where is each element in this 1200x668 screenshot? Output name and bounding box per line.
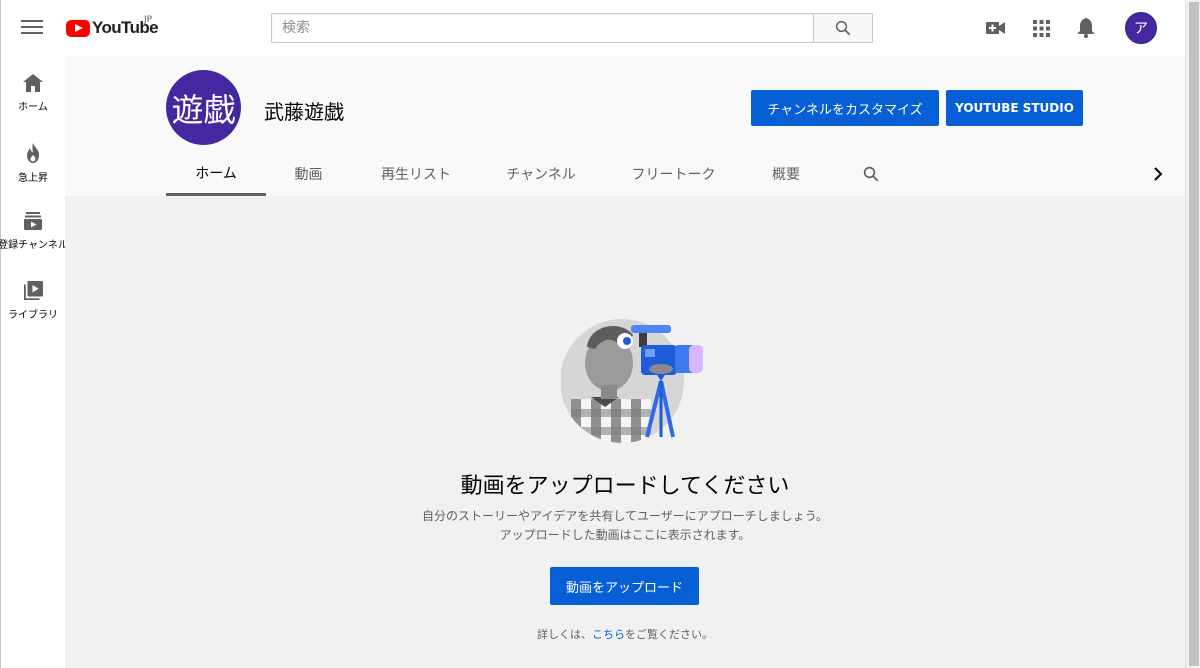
learn-more-link[interactable]: こちら [592, 628, 625, 641]
empty-state-desc-line1: 自分のストーリーやアイデアを共有してユーザーにアプローチしましょう。 [421, 509, 829, 523]
apps-icon [1032, 19, 1050, 37]
upload-illustration [561, 319, 703, 443]
guide-label-subscriptions: 登録チャンネル [0, 240, 68, 251]
channel-name: 武藤遊戯 [264, 100, 344, 124]
guide-item-subscriptions[interactable]: 登録チャンネル [0, 194, 68, 262]
home-icon [23, 74, 43, 92]
menu-icon[interactable] [21, 16, 43, 40]
customize-channel-button[interactable]: チャンネルをカスタマイズ [751, 90, 939, 126]
channel-avatar[interactable]: 遊戯 [166, 70, 241, 145]
trending-icon [27, 143, 39, 163]
tab-channels[interactable]: チャンネル [491, 152, 591, 196]
tab-search-button[interactable] [856, 152, 886, 196]
tab-about[interactable]: 概要 [756, 152, 816, 196]
guide-label-library: ライブラリ [8, 310, 58, 321]
guide-label-trending: 急上昇 [18, 173, 48, 184]
subscriptions-icon [24, 212, 42, 230]
tab-videos[interactable]: 動画 [276, 152, 341, 196]
empty-state-desc-line2: アップロードした動画はここに表示されます。 [499, 528, 751, 542]
apps-button[interactable] [1029, 16, 1053, 40]
notifications-icon [1078, 18, 1094, 38]
guide-item-library[interactable]: ライブラリ [1, 263, 65, 331]
notifications-button[interactable] [1074, 16, 1098, 40]
youtube-play-icon [66, 19, 90, 37]
empty-state-title: 動画をアップロードしてください [460, 474, 790, 499]
create-video-icon [986, 22, 1005, 34]
tab-discussion[interactable]: フリートーク [621, 152, 726, 196]
create-video-button[interactable] [984, 16, 1008, 40]
search-icon [863, 166, 879, 182]
chevron-right-icon [1154, 167, 1163, 181]
tabs-next-button[interactable] [1146, 152, 1170, 196]
page-scrollbar[interactable] [1185, 0, 1200, 668]
search-button[interactable] [813, 13, 873, 43]
youtube-studio-button[interactable]: YOUTUBE STUDIO [946, 90, 1083, 126]
guide-item-trending[interactable]: 急上昇 [1, 125, 65, 193]
learn-more-text: 詳しくは、こちらをご覧ください。 [65, 626, 1185, 642]
upload-video-button[interactable]: 動画をアップロード [550, 567, 699, 605]
scrollbar-thumb[interactable] [1189, 2, 1199, 666]
learn-more-prefix: 詳しくは、 [537, 628, 592, 641]
tab-home[interactable]: ホーム [166, 152, 266, 196]
youtube-logo[interactable]: YouTube JP [66, 15, 159, 39]
library-icon [23, 281, 43, 300]
search-icon [835, 20, 851, 36]
masthead: YouTube JP 検索 ア [1, 0, 1185, 56]
search-input[interactable] [271, 13, 813, 43]
guide-label-home: ホーム [18, 102, 48, 113]
channel-tabs: ホーム 動画 再生リスト チャンネル フリートーク 概要 [166, 152, 1185, 196]
guide-sidebar: ホーム 急上昇 登録チャンネル ライブラリ [0, 56, 68, 668]
search-box [271, 13, 873, 43]
empty-state-description: 自分のストーリーやアイデアを共有してユーザーにアプローチしましょう。 アップロー… [65, 507, 1185, 545]
youtube-channel-page: YouTube JP 検索 ア ホーム 急上昇 登録チャンネル ライブラリ 遊戯… [0, 0, 1200, 668]
channel-content: 動画をアップロードしてください 自分のストーリーやアイデアを共有してユーザーにア… [65, 196, 1185, 668]
guide-item-home[interactable]: ホーム [1, 56, 65, 124]
learn-more-suffix: をご覧ください。 [625, 628, 713, 641]
channel-header: 遊戯 武藤遊戯 チャンネルをカスタマイズ YOUTUBE STUDIO ホーム … [65, 56, 1185, 196]
logo-region: JP [144, 15, 153, 25]
tab-playlists[interactable]: 再生リスト [366, 152, 466, 196]
account-avatar[interactable]: ア [1125, 12, 1157, 44]
